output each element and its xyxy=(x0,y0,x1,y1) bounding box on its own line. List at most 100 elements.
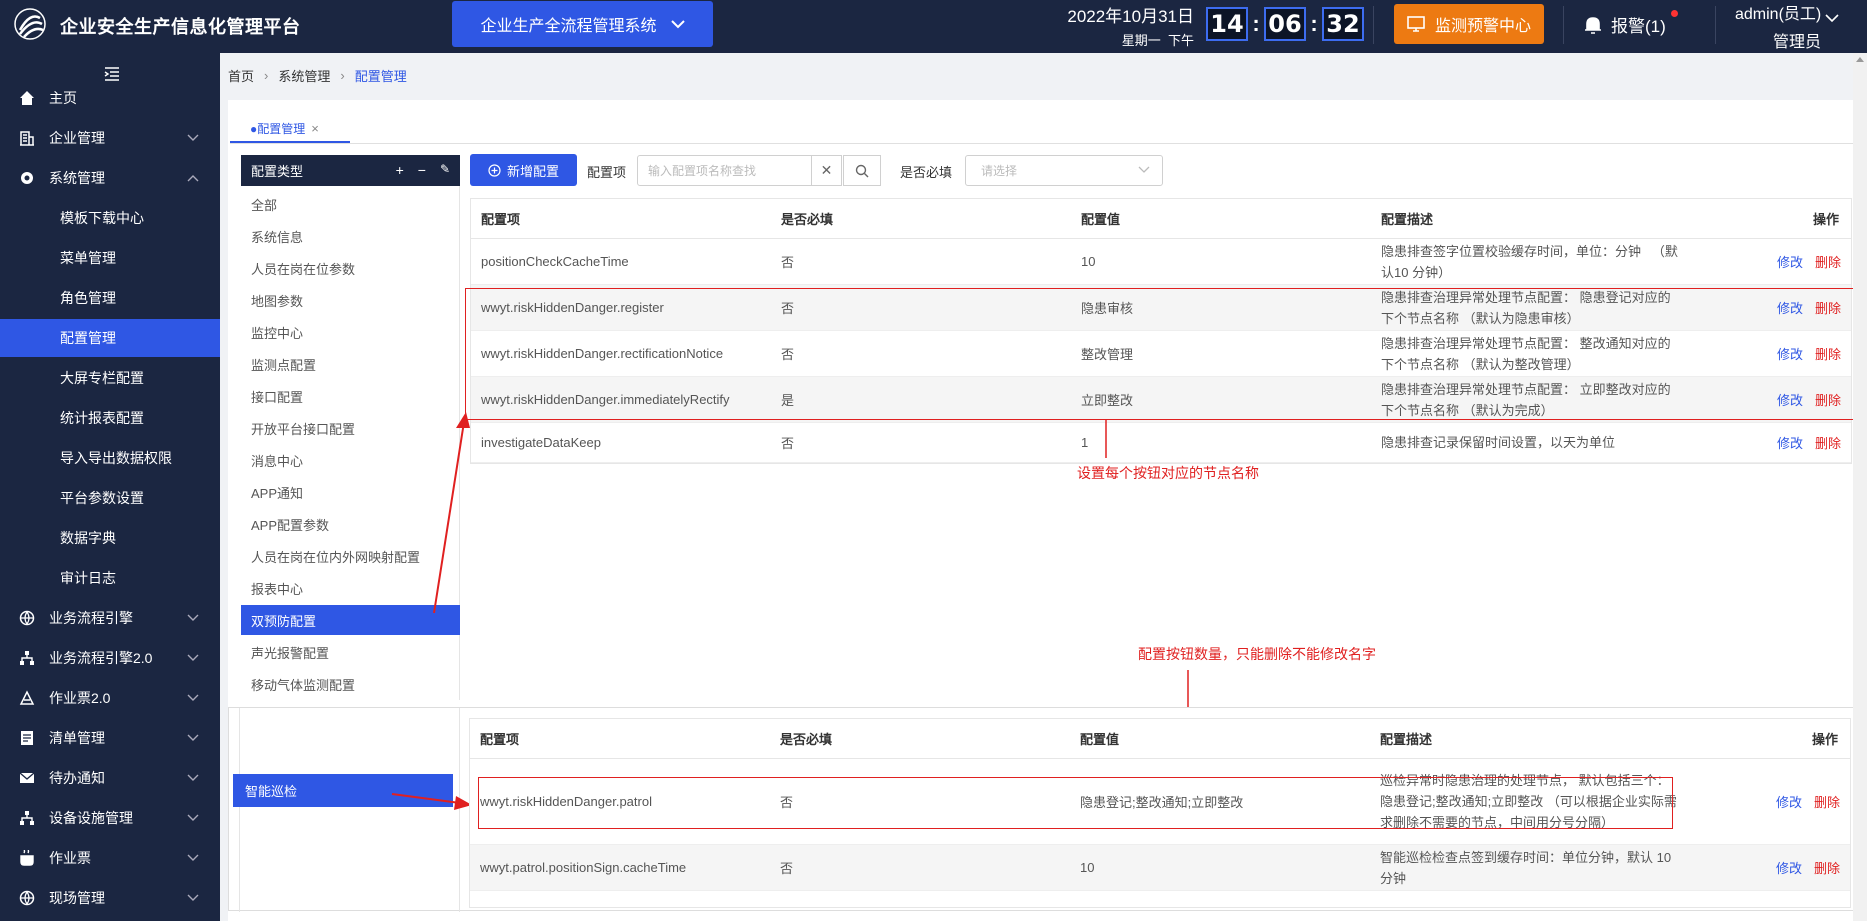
tab-close-icon[interactable]: × xyxy=(311,121,319,136)
breadcrumb-home[interactable]: 首页 xyxy=(228,66,254,85)
sidebar-item-platform-params[interactable]: 平台参数设置 xyxy=(0,479,220,517)
sidebar-item-ticket-2[interactable]: 作业票2.0 xyxy=(0,679,220,717)
user-name[interactable]: admin(员工) xyxy=(1735,0,1821,24)
required-filter-label: 是否必填 xyxy=(900,165,953,180)
table-row: positionCheckCacheTime 否 10 隐患排查签字位置校验缓存时间，… xyxy=(471,239,1851,285)
sidebar-item-report-config[interactable]: 统计报表配置 xyxy=(0,399,220,437)
required-filter-select[interactable]: 请选择 xyxy=(965,155,1163,186)
sidebar-item-dictionary[interactable]: 数据字典 xyxy=(0,519,220,557)
value-cell: 1 xyxy=(1081,435,1089,450)
delete-link[interactable]: 删除 xyxy=(1815,239,1841,284)
app-title: 企业安全生产信息化管理平台 xyxy=(60,17,301,37)
annotation-note-nodes: 设置每个按钮对应的节点名称 xyxy=(1077,465,1259,481)
config-key-cell: wwyt.patrol.positionSign.cacheTime xyxy=(480,860,687,875)
type-item[interactable]: 全部 xyxy=(241,189,460,219)
add-config-button[interactable]: 新增配置 xyxy=(470,154,577,186)
sidebar-item-system[interactable]: 系统管理 xyxy=(0,159,220,197)
alarm-dot xyxy=(1671,10,1678,17)
sidebar-item-menu-mgmt[interactable]: 菜单管理 xyxy=(0,239,220,277)
annotation-note-buttons: 配置按钮数量，只能删除不能修改名字 xyxy=(1138,646,1376,662)
config-key-cell: investigateDataKeep xyxy=(481,435,601,450)
sidebar-item-checklist[interactable]: 清单管理 xyxy=(0,719,220,757)
building-icon xyxy=(19,130,35,146)
scroll-up-icon[interactable] xyxy=(1856,57,1864,62)
sidebar-item-import-export[interactable]: 导入导出数据权限 xyxy=(0,439,220,477)
sidebar-item-template-download[interactable]: 模板下载中心 xyxy=(0,199,220,237)
clear-search-button[interactable]: ✕ xyxy=(811,155,842,186)
sidebar-item-config-mgmt[interactable]: 配置管理 xyxy=(0,319,220,357)
sidebar-item-workflow[interactable]: 业务流程引擎 xyxy=(0,599,220,637)
edit-type-icon[interactable]: ✎ xyxy=(440,162,450,178)
breadcrumb-section[interactable]: 系统管理 xyxy=(278,66,330,85)
type-item[interactable]: 声光报警配置 xyxy=(241,637,460,667)
sidebar-item-home[interactable]: 主页 xyxy=(0,79,220,117)
sidebar-item-role-mgmt[interactable]: 角色管理 xyxy=(0,279,220,317)
config-item-label: 配置项 xyxy=(587,165,627,180)
annotation-box-patrol xyxy=(478,777,1673,829)
remove-type-icon[interactable]: − xyxy=(418,162,426,178)
edit-link[interactable]: 修改 xyxy=(1776,845,1802,890)
settings-icon xyxy=(19,170,35,186)
chevron-down-icon xyxy=(187,134,199,141)
sidebar-item-workflow-2[interactable]: 业务流程引擎2.0 xyxy=(0,639,220,677)
type-item[interactable]: 人员在岗在位参数 xyxy=(241,253,460,283)
sidebar-item-equipment[interactable]: 设备设施管理 xyxy=(0,799,220,837)
config-search-input[interactable]: 输入配置项名称查找 xyxy=(637,155,812,186)
type-item[interactable]: 接口配置 xyxy=(241,381,460,411)
delete-link[interactable]: 删除 xyxy=(1814,845,1840,890)
desc-cell: 隐患排查记录保留时间设置，以天为单位 xyxy=(1381,435,1616,450)
type-item[interactable]: 系统信息 xyxy=(241,221,460,251)
home-icon xyxy=(19,90,35,106)
page-scrollbar[interactable] xyxy=(1853,53,1867,921)
table-row: wwyt.patrol.positionSign.cacheTime 否 10 智能巡… xyxy=(470,845,1850,891)
col-value: 配置值 xyxy=(1080,732,1120,747)
chevron-right-icon: › xyxy=(264,68,269,83)
clock-seconds: 32 xyxy=(1322,7,1364,41)
edit-link[interactable]: 修改 xyxy=(1777,239,1803,284)
edit-link[interactable]: 修改 xyxy=(1776,759,1802,844)
annotation-arrow-up xyxy=(433,412,470,614)
add-type-icon[interactable]: + xyxy=(396,162,404,178)
type-item[interactable]: 监控中心 xyxy=(241,317,460,347)
sidebar-item-bigscreen[interactable]: 大屏专栏配置 xyxy=(0,359,220,397)
sidebar-item-enterprise[interactable]: 企业管理 xyxy=(0,119,220,157)
chevron-up-icon xyxy=(187,175,199,182)
col-actions: 操作 xyxy=(1813,212,1840,227)
monitor-center-button[interactable]: 监测预警中心 xyxy=(1394,4,1544,44)
clock-minutes: 06 xyxy=(1264,7,1306,41)
chevron-down-icon xyxy=(187,814,199,821)
clock-hours: 14 xyxy=(1206,7,1248,41)
plus-circle-icon xyxy=(488,163,501,177)
delete-link[interactable]: 删除 xyxy=(1814,759,1840,844)
edit-link[interactable]: 修改 xyxy=(1777,423,1803,462)
col-required: 是否必填 xyxy=(780,732,833,747)
required-cell: 否 xyxy=(781,255,795,270)
sidebar-item-todo[interactable]: 待办通知 xyxy=(0,759,220,797)
select-placeholder: 请选择 xyxy=(981,164,1018,178)
config-key-cell: positionCheckCacheTime xyxy=(481,254,629,269)
type-item[interactable]: 移动气体监测配置 xyxy=(241,669,460,699)
system-switch-dropdown[interactable]: 企业生产全流程管理系统 xyxy=(452,1,713,47)
config-type-header: 配置类型 + − ✎ xyxy=(241,155,460,186)
delete-link[interactable]: 删除 xyxy=(1815,423,1841,462)
sidebar-item-site[interactable]: 现场管理 xyxy=(0,879,220,917)
chevron-down-icon xyxy=(187,694,199,701)
search-button[interactable] xyxy=(843,155,881,186)
breadcrumb: 首页 › 系统管理 › 配置管理 xyxy=(228,66,407,85)
required-cell: 否 xyxy=(781,436,795,451)
sidebar-item-audit-log[interactable]: 审计日志 xyxy=(0,559,220,597)
col-actions: 操作 xyxy=(1812,732,1839,747)
alarm-button[interactable]: 报警(1) xyxy=(1583,10,1678,37)
close-icon: ✕ xyxy=(820,162,833,178)
user-menu-chevron-icon[interactable] xyxy=(1825,14,1839,23)
tab-label: ●配置管理 xyxy=(250,121,306,136)
config-type-title: 配置类型 xyxy=(251,164,304,179)
type-item[interactable]: 监测点配置 xyxy=(241,349,460,379)
sidebar-item-ticket[interactable]: 作业票 xyxy=(0,839,220,877)
col-value: 配置值 xyxy=(1081,212,1121,227)
value-cell: 10 xyxy=(1081,254,1096,269)
bell-icon xyxy=(1585,16,1601,34)
tab-config-mgmt[interactable]: ●配置管理 × xyxy=(242,113,325,143)
type-item[interactable]: 地图参数 xyxy=(241,285,460,315)
chevron-down-icon xyxy=(187,894,199,901)
